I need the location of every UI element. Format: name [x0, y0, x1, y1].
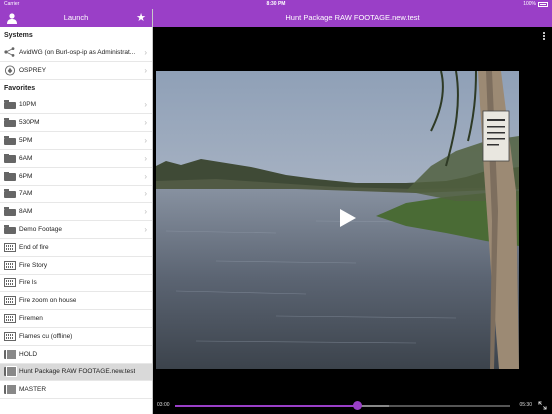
- favorite-item[interactable]: End of fire: [0, 239, 152, 257]
- favorite-label: End of fire: [19, 243, 49, 251]
- favorite-item[interactable]: 10PM ›: [0, 97, 152, 115]
- folder-icon: [4, 153, 16, 163]
- chevron-right-icon: ›: [144, 65, 147, 75]
- battery-icon: [538, 2, 548, 7]
- chevron-right-icon: ›: [144, 207, 147, 217]
- video-frame[interactable]: [156, 71, 519, 369]
- play-icon[interactable]: [339, 208, 357, 228]
- clip-icon: [4, 278, 16, 288]
- favorite-item[interactable]: Fire ls: [0, 275, 152, 293]
- chevron-right-icon: ›: [144, 47, 147, 57]
- favorite-label: Fire zoom on house: [19, 297, 77, 305]
- folder-icon: [4, 100, 16, 110]
- favorite-label: Firemen: [19, 315, 43, 323]
- folder-icon: [4, 171, 16, 181]
- favorite-label: Fire Story: [19, 261, 48, 269]
- folder-icon: [4, 189, 16, 199]
- osprey-logo-icon: [4, 65, 16, 76]
- sidebar-title: Launch: [63, 13, 89, 22]
- system-label: AvidWG (on Burl-osp-ip as Administrat...: [19, 48, 136, 56]
- favorite-label: Flames cu (offline): [19, 332, 73, 340]
- favorite-label: Demo Footage: [19, 226, 62, 234]
- favorite-label: HOLD: [19, 350, 38, 358]
- chevron-right-icon: ›: [144, 189, 147, 199]
- folder-icon: [4, 225, 16, 235]
- folder-icon: [4, 118, 16, 128]
- clip-icon: [4, 331, 16, 341]
- current-time: 03:00: [157, 402, 170, 408]
- favorite-label: 6PM: [19, 172, 33, 180]
- expand-icon[interactable]: [538, 401, 547, 410]
- favorite-label: 10PM: [19, 101, 36, 109]
- favorite-item[interactable]: Firemen: [0, 310, 152, 328]
- favorites-list: 10PM › 530PM › 5PM › 6AM › 6PM › 7AM › 8AM › De…: [0, 97, 152, 400]
- network-icon: [4, 47, 15, 58]
- video-player: 03:00 05:30: [153, 27, 552, 414]
- sidebar: Systems AvidWG (on Burl-osp-ip as Admini…: [0, 27, 152, 414]
- favorite-label: 8AM: [19, 208, 33, 216]
- favorite-item[interactable]: Fire zoom on house: [0, 292, 152, 311]
- system-item-avidwg[interactable]: AvidWG (on Burl-osp-ip as Administrat...…: [0, 44, 152, 62]
- favorite-label: 7AM: [19, 190, 33, 198]
- more-vertical-icon[interactable]: [543, 32, 546, 42]
- clip-icon: [4, 314, 16, 324]
- favorite-item[interactable]: 530PM ›: [0, 114, 152, 133]
- chevron-right-icon: ›: [144, 171, 147, 181]
- favorite-label: Hunt Package RAW FOOTAGE.new.test: [19, 368, 136, 376]
- clip-icon: [4, 296, 16, 306]
- favorite-item[interactable]: Demo Footage ›: [0, 221, 152, 239]
- sequence-icon: [4, 366, 17, 378]
- favorite-item[interactable]: MASTER: [0, 381, 152, 400]
- favorite-item[interactable]: 6AM ›: [0, 150, 152, 168]
- battery-indicator: 100%: [523, 0, 548, 9]
- favorite-label: 530PM: [19, 119, 40, 127]
- favorites-heading: Favorites: [0, 79, 152, 97]
- buffer-bar: [357, 405, 390, 407]
- favorite-item[interactable]: 7AM ›: [0, 186, 152, 204]
- folder-icon: [4, 207, 16, 217]
- status-time: 8:30 PM: [266, 1, 286, 7]
- favorite-item[interactable]: Flames cu (offline): [0, 328, 152, 346]
- chevron-right-icon: ›: [144, 225, 147, 235]
- favorite-label: 6AM: [19, 154, 33, 162]
- scrubber-track[interactable]: [175, 401, 510, 410]
- chevron-right-icon: ›: [144, 153, 147, 163]
- favorite-label: Fire ls: [19, 279, 37, 287]
- playback-controls: 03:00 05:30: [153, 398, 552, 414]
- favorite-item[interactable]: 5PM ›: [0, 132, 152, 150]
- sequence-icon: [4, 384, 17, 396]
- folder-icon: [4, 136, 16, 146]
- chevron-right-icon: ›: [144, 118, 147, 128]
- chevron-right-icon: ›: [144, 136, 147, 146]
- favorite-item[interactable]: Fire Story: [0, 257, 152, 275]
- status-bar: Carrier 8:30 PM 100%: [0, 0, 552, 9]
- player-title: Hunt Package RAW FOOTAGE.new.test: [285, 13, 420, 22]
- favorite-item[interactable]: 8AM ›: [0, 203, 152, 222]
- chevron-right-icon: ›: [144, 100, 147, 110]
- systems-heading: Systems: [0, 27, 152, 44]
- system-item-osprey[interactable]: OSPREY ›: [0, 62, 152, 80]
- clip-icon: [4, 242, 16, 252]
- battery-percent: 100%: [523, 1, 536, 7]
- system-label: OSPREY: [19, 66, 47, 74]
- favorite-item-selected[interactable]: Hunt Package RAW FOOTAGE.new.test: [0, 363, 152, 382]
- sequence-icon: [4, 348, 17, 360]
- progress-fill: [175, 405, 358, 407]
- favorite-item[interactable]: 6PM ›: [0, 168, 152, 186]
- sidebar-header: Launch ★: [0, 9, 152, 27]
- clip-icon: [4, 260, 16, 270]
- duration-time: 05:30: [519, 402, 532, 408]
- player-header: Hunt Package RAW FOOTAGE.new.test: [153, 9, 552, 27]
- favorite-item[interactable]: HOLD: [0, 346, 152, 364]
- star-icon[interactable]: ★: [136, 11, 146, 25]
- favorite-label: 5PM: [19, 137, 33, 145]
- favorite-label: MASTER: [19, 386, 47, 394]
- scrubber-thumb[interactable]: [353, 401, 363, 410]
